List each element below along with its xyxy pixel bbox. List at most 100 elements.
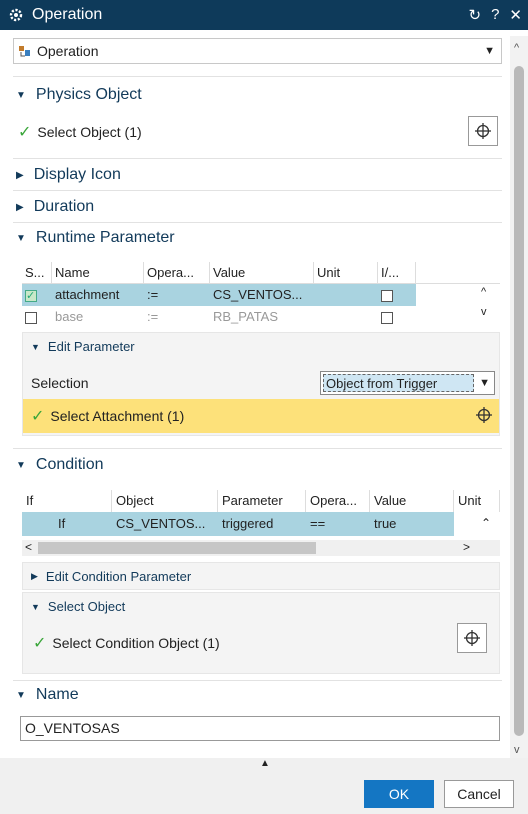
- title-bar: Operation ↻ ? ✕: [0, 0, 528, 30]
- physics-object-title: Physics Object: [35, 86, 142, 103]
- column-header[interactable]: Value: [210, 261, 314, 284]
- name-header[interactable]: ▼ Name: [16, 686, 79, 704]
- param-value-cell: RB_PATAS: [213, 309, 279, 324]
- cancel-button[interactable]: Cancel: [444, 780, 514, 808]
- expanded-icon: ▼: [16, 232, 26, 244]
- column-header[interactable]: I/...: [378, 261, 416, 284]
- duration-header[interactable]: ▶ Duration: [16, 198, 94, 216]
- cond-parameter-cell: triggered: [222, 516, 274, 531]
- column-header[interactable]: If: [22, 490, 112, 512]
- checkmark-icon: ✓: [18, 124, 32, 141]
- select-object-label: Select Object (1): [37, 124, 142, 140]
- type-dropdown-value: Operation: [37, 43, 99, 59]
- select-condition-object-label: Select Condition Object (1): [52, 635, 220, 651]
- table-scroll-up-icon[interactable]: ^: [481, 286, 486, 298]
- divider: [13, 680, 502, 681]
- param-op-cell: :=: [147, 309, 159, 324]
- checkmark-icon: ✓: [33, 635, 47, 652]
- param-name-cell: attachment: [55, 287, 120, 302]
- crosshair-icon: [475, 123, 491, 139]
- row-io-cell: [378, 284, 416, 306]
- help-icon[interactable]: ?: [491, 6, 499, 24]
- collapsed-icon: ▶: [16, 201, 24, 213]
- divider: [13, 448, 502, 449]
- spinner-icon[interactable]: ⌃: [481, 516, 491, 530]
- edit-parameter-header[interactable]: ▼ Edit Parameter: [31, 339, 135, 354]
- table-row[interactable]: base := RB_PATAS: [22, 306, 500, 328]
- cond-op-cell: ==: [310, 516, 326, 531]
- edit-condition-header[interactable]: ▶ Edit Condition Parameter: [31, 569, 191, 584]
- reset-icon[interactable]: ↻: [469, 6, 482, 24]
- scroll-up-icon[interactable]: ^: [514, 42, 519, 54]
- table-row[interactable]: If CS_VENTOS... triggered == true: [22, 512, 500, 536]
- select-object-panel: ▼ Select Object ✓ Select Condition Objec…: [22, 592, 500, 674]
- io-checkbox[interactable]: [381, 311, 393, 324]
- collapsed-icon: ▶: [31, 571, 38, 581]
- condition-crosshair-button[interactable]: [457, 623, 487, 653]
- column-header[interactable]: S...: [22, 261, 52, 284]
- physics-object-header[interactable]: ▼ Physics Object: [16, 86, 142, 104]
- table-scroll-down-icon[interactable]: v: [481, 306, 487, 318]
- checkmark-icon: ✓: [31, 408, 45, 425]
- expanded-icon: ▼: [31, 341, 40, 352]
- scroll-left-icon[interactable]: <: [25, 540, 32, 554]
- scroll-down-icon[interactable]: v: [514, 744, 520, 756]
- row-checkbox[interactable]: [25, 311, 37, 324]
- display-icon-header[interactable]: ▶ Display Icon: [16, 166, 121, 184]
- column-header[interactable]: Object: [112, 490, 218, 512]
- scroll-right-icon[interactable]: >: [463, 540, 470, 554]
- table-row[interactable]: attachment := CS_VENTOS...: [22, 284, 416, 306]
- close-icon[interactable]: ✕: [509, 6, 522, 24]
- expanded-icon: ▼: [31, 601, 40, 612]
- edit-parameter-panel: ▼ Edit Parameter Selection Object from T…: [22, 332, 500, 436]
- expanded-icon: ▼: [16, 689, 26, 701]
- condition-hscrollbar[interactable]: < >: [22, 540, 500, 556]
- select-attachment-label: Select Attachment (1): [50, 408, 185, 424]
- cond-if-cell: If: [58, 516, 66, 531]
- condition-table: If Object Parameter Opera... Value Unit …: [22, 490, 500, 536]
- collapsed-icon: ▶: [16, 169, 24, 181]
- condition-header[interactable]: ▼ Condition: [16, 456, 104, 474]
- name-input[interactable]: O_VENTOSAS: [20, 716, 500, 741]
- table-header: S... Name Opera... Value Unit I/...: [22, 261, 500, 284]
- row-check-cell: [22, 306, 52, 328]
- physics-object-crosshair-button[interactable]: [468, 116, 498, 146]
- io-checkbox[interactable]: [381, 289, 393, 302]
- ok-button[interactable]: OK: [364, 780, 434, 808]
- divider: [13, 190, 502, 191]
- runtime-parameter-header[interactable]: ▼ Runtime Parameter: [16, 229, 175, 247]
- column-header[interactable]: Value: [370, 490, 454, 512]
- select-object-header[interactable]: ▼ Select Object: [31, 599, 125, 614]
- column-header[interactable]: Name: [52, 261, 144, 284]
- column-header[interactable]: Opera...: [306, 490, 370, 512]
- column-header[interactable]: Unit: [454, 490, 500, 512]
- duration-title: Duration: [33, 198, 95, 215]
- scroll-thumb[interactable]: [514, 66, 524, 736]
- crosshair-icon: [464, 630, 480, 646]
- runtime-parameter-table: S... Name Opera... Value Unit I/... atta…: [22, 261, 500, 328]
- vertical-scrollbar[interactable]: ^ v: [510, 36, 528, 758]
- runtime-parameter-title: Runtime Parameter: [35, 229, 175, 246]
- expanded-icon: ▼: [16, 89, 26, 101]
- column-header[interactable]: Unit: [314, 261, 378, 284]
- selection-dropdown[interactable]: Object from Trigger ▼: [320, 371, 495, 395]
- param-unit-cell: [314, 306, 378, 328]
- select-attachment-row[interactable]: ✓ Select Attachment (1): [23, 399, 499, 433]
- edit-condition-title: Edit Condition Parameter: [45, 569, 192, 584]
- condition-title: Condition: [35, 456, 104, 473]
- select-object-row[interactable]: ✓ Select Object (1): [18, 122, 142, 142]
- type-dropdown[interactable]: Operation ▼: [13, 38, 502, 64]
- chevron-down-icon: ▼: [479, 377, 490, 389]
- row-checkbox[interactable]: [25, 285, 37, 306]
- row-check-cell: [22, 284, 52, 306]
- select-condition-object-row[interactable]: ✓ Select Condition Object (1): [33, 633, 220, 653]
- column-header[interactable]: Opera...: [144, 261, 210, 284]
- column-header[interactable]: Parameter: [218, 490, 306, 512]
- edit-condition-panel: ▶ Edit Condition Parameter: [22, 562, 500, 590]
- divider: [13, 222, 502, 223]
- row-io-cell: [378, 306, 416, 328]
- hscroll-thumb[interactable]: [38, 542, 316, 554]
- expand-up-icon[interactable]: ▲: [260, 758, 270, 769]
- crosshair-icon[interactable]: [475, 406, 493, 424]
- display-icon-title: Display Icon: [33, 166, 121, 183]
